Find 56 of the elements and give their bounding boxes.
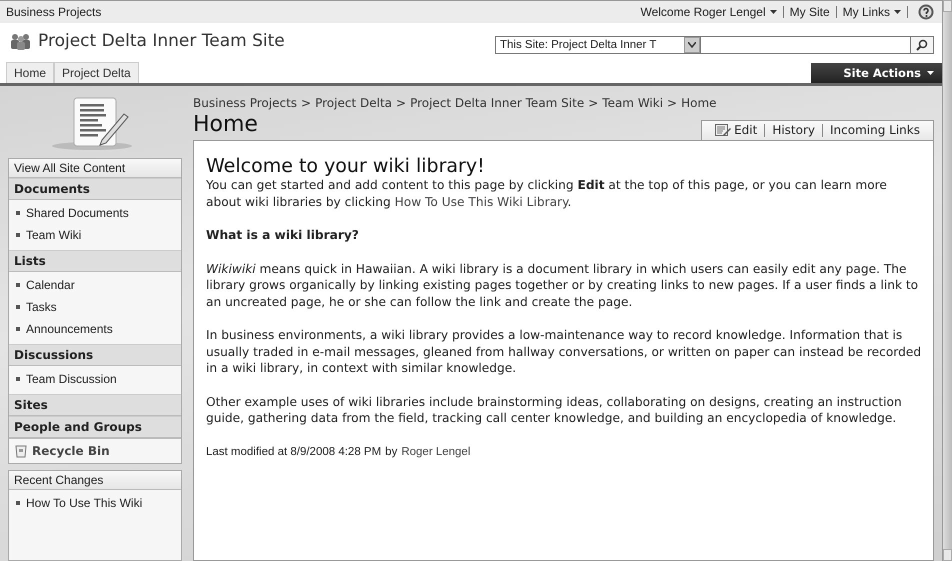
site-actions-button[interactable]: Site Actions <box>811 63 942 83</box>
nav-heading[interactable]: Discussions <box>9 344 181 366</box>
nav-item[interactable]: Announcements <box>9 318 181 340</box>
search-field[interactable] <box>701 36 911 54</box>
page-action-link[interactable]: History <box>764 124 822 137</box>
scrollbar[interactable] <box>942 0 952 561</box>
nav-item[interactable]: How To Use This Wiki <box>9 492 181 514</box>
breadcrumb-link[interactable]: Project Delta <box>315 96 392 110</box>
help-link[interactable]: How To Use This Wiki Library <box>394 194 568 208</box>
chevron-down-icon <box>688 42 696 48</box>
caret-icon <box>927 71 934 75</box>
nav-heading[interactable]: People and Groups <box>9 416 181 438</box>
body-paragraph: In business environments, a wiki library provides a low-maintenance way to record knowledge. Information that is usually traded in e-mail messages, gleaned from hallway conversations, or written on paper can instead be recorded in a wiki library, in context with similar knowledge. <box>206 327 922 376</box>
help-icon[interactable] <box>918 4 934 20</box>
nav-tab[interactable]: Project Delta <box>54 62 139 83</box>
edit-icon <box>715 124 732 137</box>
search-scope-dropdown[interactable]: This Site: Project Delta Inner T <box>495 36 701 54</box>
nav-heading[interactable]: Sites <box>9 394 181 416</box>
section-heading: What is a wiki library? <box>206 227 360 244</box>
last-modified-text: Last modified at 8/9/2008 4:28 PM <box>206 444 382 460</box>
author-link[interactable]: Roger Lengel <box>401 444 470 460</box>
breadcrumb-separator: > <box>667 96 678 110</box>
search-button[interactable] <box>911 36 934 54</box>
top-link[interactable]: My Site <box>784 6 837 18</box>
recycle-bin-icon <box>15 444 27 458</box>
page-action-link[interactable]: Incoming Links <box>822 124 927 137</box>
nav-tab[interactable]: Home <box>6 62 54 83</box>
page-action-link[interactable]: Edit <box>708 124 764 137</box>
recycle-bin-link[interactable]: Recycle Bin <box>9 438 181 463</box>
people-icon <box>10 32 32 50</box>
site-title: Project Delta Inner Team Site <box>10 31 285 51</box>
welcome-menu[interactable]: Welcome Roger Lengel <box>634 6 784 18</box>
body-paragraph: Other example uses of wiki libraries include brainstorming ideas, collaborating on designs, creating an instruction guide, gathering data from the field, tracking call center knowledge, and building an encyclopedia of knowledge. <box>206 394 903 426</box>
site-name[interactable]: Business Projects <box>6 5 102 19</box>
breadcrumb-link[interactable]: Business Projects <box>193 96 298 110</box>
breadcrumb-separator: > <box>396 96 406 110</box>
intro-paragraph: You can get started and add content to this page by clicking Edit at the top of this page, or you can learn more about wiki libraries by clicking How To Use This Wiki Library. <box>206 177 888 210</box>
top-link[interactable]: My Links <box>836 6 908 18</box>
breadcrumb-link[interactable]: Home <box>681 96 717 110</box>
breadcrumb-link[interactable]: Project Delta Inner Team Site <box>410 96 584 110</box>
nav-heading[interactable]: Documents <box>9 178 181 200</box>
nav-heading[interactable]: Lists <box>9 250 181 272</box>
breadcrumb-link[interactable]: Team Wiki <box>602 96 664 110</box>
breadcrumb-separator: > <box>588 96 598 110</box>
nav-item[interactable]: Shared Documents <box>9 202 181 224</box>
nav-item[interactable]: Tasks <box>9 296 181 318</box>
breadcrumb-separator: > <box>301 96 312 110</box>
search-icon <box>916 39 928 51</box>
nav-item[interactable]: Team Wiki <box>9 224 181 246</box>
by-label: by <box>385 444 398 460</box>
page-title: Home <box>193 111 258 139</box>
welcome-heading: Welcome to your wiki library! <box>206 155 486 177</box>
body-paragraph: Wikiwiki means quick in Hawaiian. A wiki library is a document library in which users can easily edit any page. The library grows organically by linking existing pages together or by creating links to new pages. If a user finds a link to an uncreated page, he or she can follow the link and create the page. <box>206 260 920 310</box>
nav-item[interactable]: Team Discussion <box>9 368 181 390</box>
caret-icon <box>770 10 777 14</box>
nav-item[interactable]: Calendar <box>9 274 181 296</box>
